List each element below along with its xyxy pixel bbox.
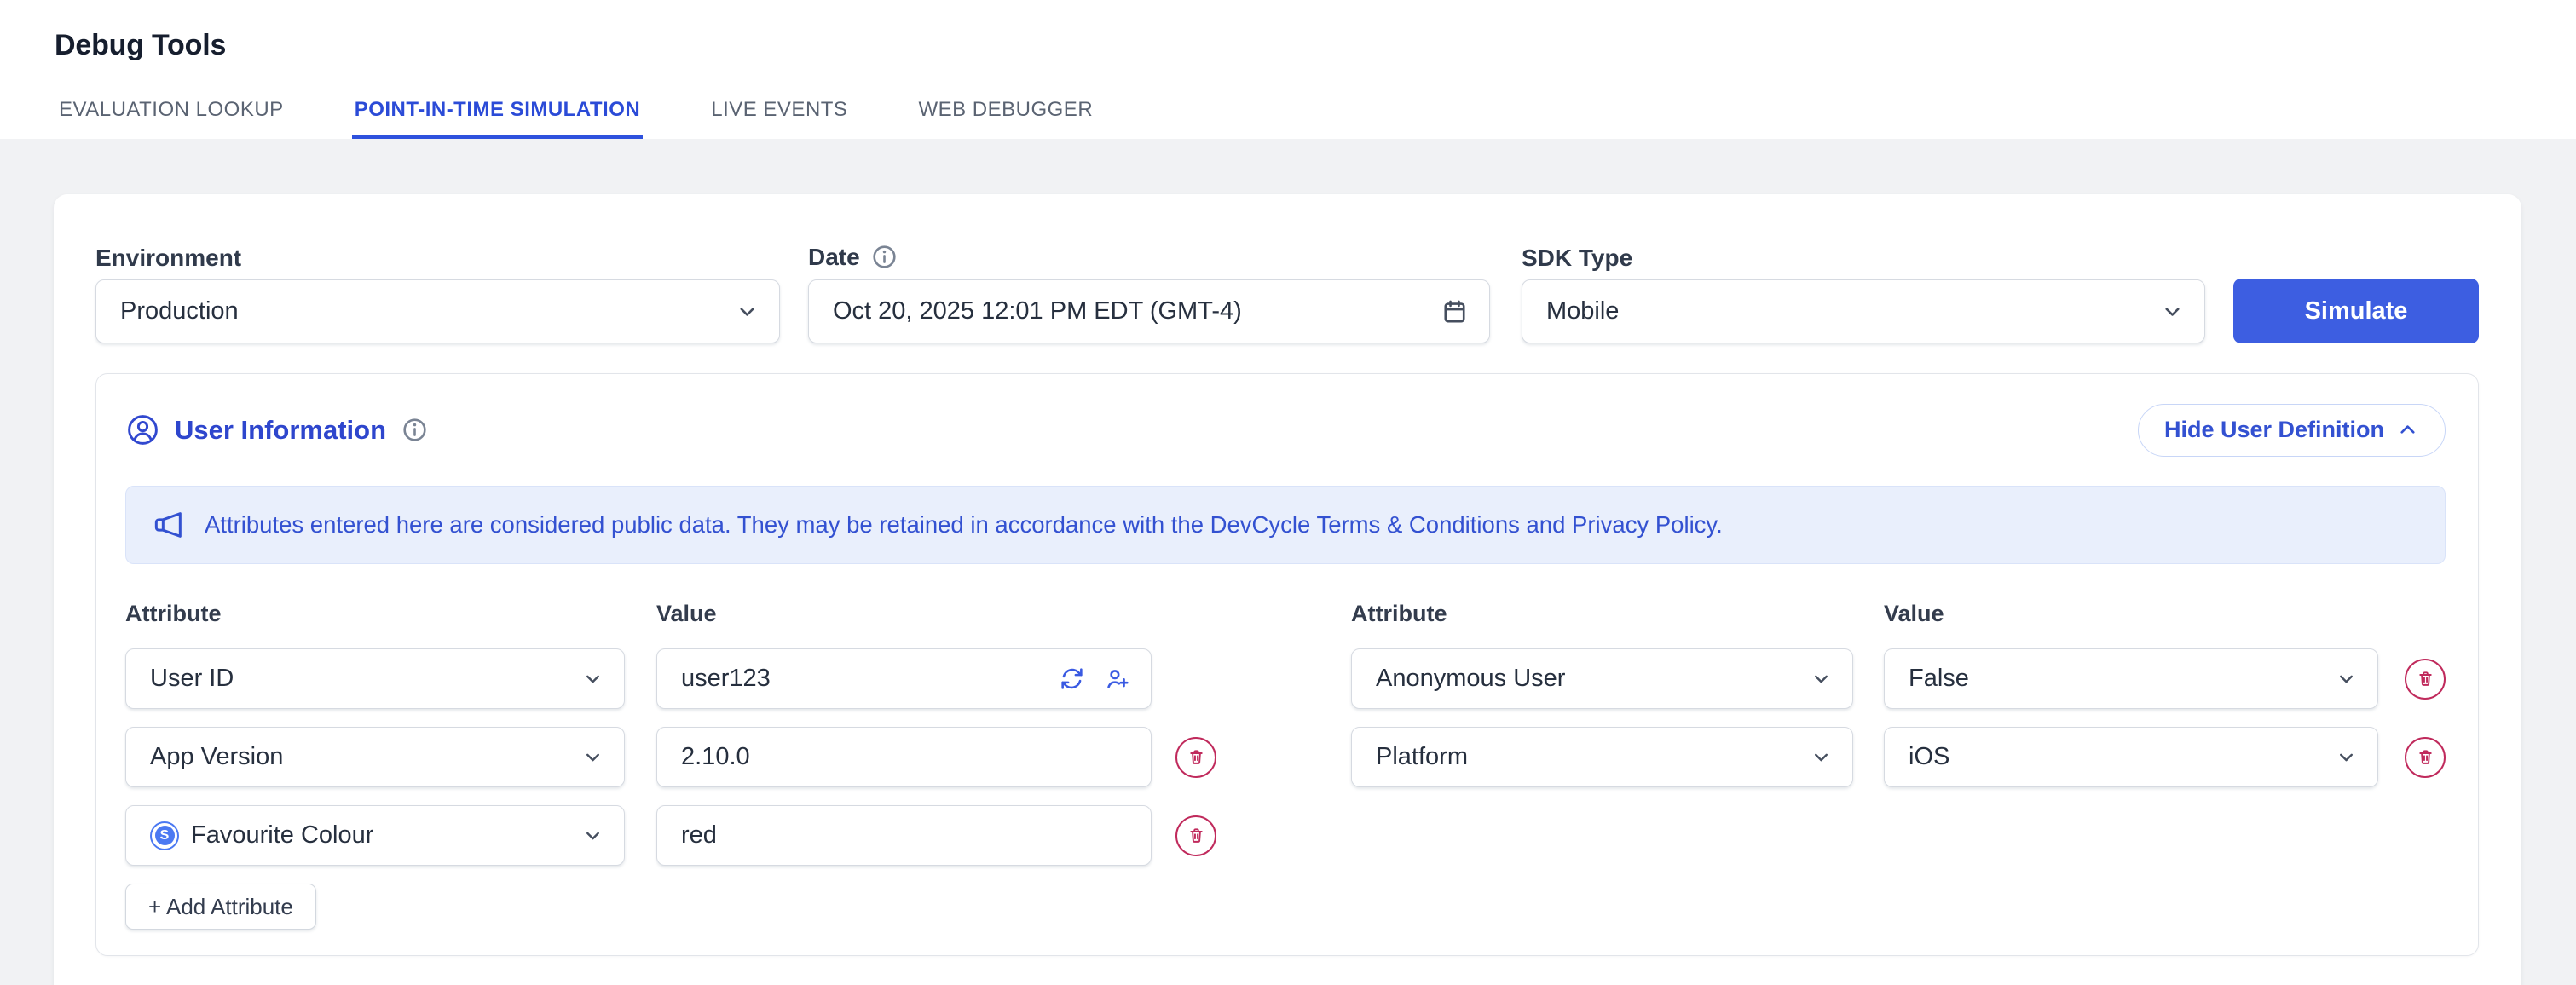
attribute-select-anonymous-user[interactable]: Anonymous User <box>1351 648 1853 709</box>
value-select-anonymous-user[interactable]: False <box>1884 648 2378 709</box>
attribute-select-platform[interactable]: Platform <box>1351 727 1853 787</box>
add-attribute-button[interactable]: + Add Attribute <box>125 884 316 930</box>
environment-select-value: Production <box>120 297 736 325</box>
value-input-user-id[interactable] <box>656 648 1152 709</box>
sdk-type-field: SDK Type Mobile <box>1522 245 2205 343</box>
user-plus-icon[interactable] <box>1104 665 1130 692</box>
chevron-down-icon <box>2336 668 2357 689</box>
environment-label: Environment <box>95 245 780 271</box>
date-field: Date Oct 20, 2025 12:01 PM EDT (GMT-4) <box>808 243 1490 343</box>
user-information-header: User Information Hide User Definition <box>125 403 2446 457</box>
chevron-down-icon <box>2161 300 2184 323</box>
simulation-panel: Environment Production Date Oct <box>54 194 2521 985</box>
tab-evaluation-lookup[interactable]: EVALUATION LOOKUP <box>56 98 286 139</box>
simulation-controls: Environment Production Date Oct <box>95 243 2479 343</box>
delete-attribute-button[interactable] <box>2405 737 2446 778</box>
trash-icon <box>1187 826 1206 845</box>
trash-icon <box>1187 747 1206 767</box>
user-id-input[interactable] <box>681 665 1059 693</box>
value-select-platform[interactable]: iOS <box>1884 727 2378 787</box>
date-label: Date <box>808 243 1490 271</box>
user-information-title: User Information <box>175 415 386 446</box>
page-header: Debug Tools EVALUATION LOOKUP POINT-IN-T… <box>0 0 2576 139</box>
hide-user-definition-button[interactable]: Hide User Definition <box>2138 404 2446 457</box>
date-value: Oct 20, 2025 12:01 PM EDT (GMT-4) <box>833 297 1441 325</box>
banner-text: Attributes entered here are considered p… <box>205 511 1723 539</box>
chevron-down-icon <box>1811 746 1832 768</box>
sdk-type-select[interactable]: Mobile <box>1522 279 2205 343</box>
tab-point-in-time-simulation[interactable]: POINT-IN-TIME SIMULATION <box>352 98 644 139</box>
favourite-colour-input[interactable] <box>681 821 1130 850</box>
attribute-row: S Favourite Colour <box>125 805 2446 866</box>
value-column-header: Value <box>656 601 1152 627</box>
info-icon[interactable] <box>401 416 429 444</box>
page-title: Debug Tools <box>55 28 2576 62</box>
value-input-favourite-colour[interactable] <box>656 805 1152 866</box>
tab-web-debugger[interactable]: WEB DEBUGGER <box>915 98 1095 139</box>
attribute-column-header: Attribute <box>1351 601 1853 627</box>
delete-attribute-button[interactable] <box>1175 815 1216 856</box>
chevron-down-icon <box>736 300 759 323</box>
chevron-up-icon <box>2396 418 2419 441</box>
sdk-type-label: SDK Type <box>1522 245 2205 271</box>
attribute-select-user-id[interactable]: User ID <box>125 648 625 709</box>
string-type-icon: S <box>150 821 179 850</box>
attribute-row: User ID <box>125 648 2446 709</box>
delete-attribute-button[interactable] <box>1175 737 1216 778</box>
tab-live-events[interactable]: LIVE EVENTS <box>708 98 850 139</box>
date-input[interactable]: Oct 20, 2025 12:01 PM EDT (GMT-4) <box>808 279 1490 343</box>
trash-icon <box>2416 669 2435 688</box>
user-information-section: User Information Hide User Definition At… <box>95 373 2479 956</box>
chevron-down-icon <box>582 746 604 768</box>
attribute-select-app-version[interactable]: App Version <box>125 727 625 787</box>
trash-icon <box>2416 747 2435 767</box>
app-version-input[interactable] <box>681 743 1130 771</box>
attribute-row: App Version Platform <box>125 727 2446 787</box>
value-column-header: Value <box>1884 601 2378 627</box>
environment-field: Environment Production <box>95 245 780 343</box>
simulate-button[interactable]: Simulate <box>2233 279 2479 343</box>
attribute-column-header: Attribute <box>125 601 625 627</box>
attribute-column-headers: Attribute Value Attribute Value <box>125 601 2446 627</box>
chevron-down-icon <box>582 825 604 846</box>
chevron-down-icon <box>582 668 604 689</box>
chevron-down-icon <box>2336 746 2357 768</box>
value-input-app-version[interactable] <box>656 727 1152 787</box>
info-icon[interactable] <box>870 243 898 271</box>
delete-attribute-button[interactable] <box>2405 659 2446 700</box>
environment-select[interactable]: Production <box>95 279 780 343</box>
page-body: Environment Production Date Oct <box>0 139 2576 985</box>
refresh-icon[interactable] <box>1059 665 1085 692</box>
sdk-type-select-value: Mobile <box>1546 297 2161 325</box>
chevron-down-icon <box>1811 668 1832 689</box>
attribute-select-favourite-colour[interactable]: S Favourite Colour <box>125 805 625 866</box>
tab-bar: EVALUATION LOOKUP POINT-IN-TIME SIMULATI… <box>56 98 1095 139</box>
calendar-icon <box>1441 297 1469 325</box>
megaphone-icon <box>152 508 186 542</box>
user-circle-icon <box>125 412 160 447</box>
public-data-banner: Attributes entered here are considered p… <box>125 486 2446 564</box>
